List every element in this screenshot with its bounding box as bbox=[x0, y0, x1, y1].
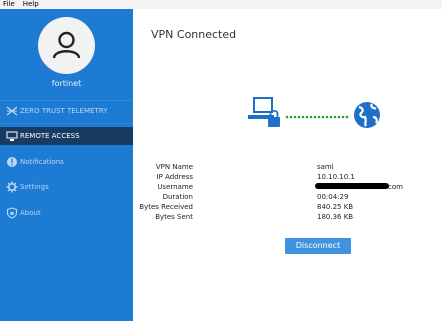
sidebar-item-zero-trust-telemetry[interactable]: ZERO TRUST TELEMETRY bbox=[0, 102, 133, 120]
info-key: IP Address bbox=[156, 173, 193, 181]
info-key: Bytes Sent bbox=[155, 213, 193, 221]
info-key: Username bbox=[157, 183, 193, 191]
sidebar-item-label: ZERO TRUST TELEMETRY bbox=[20, 107, 108, 115]
menu-help[interactable]: Help bbox=[23, 0, 39, 8]
info-key: Duration bbox=[162, 193, 193, 201]
redaction-bar bbox=[315, 183, 389, 189]
info-key: VPN Name bbox=[155, 163, 193, 171]
sidebar-item-label: Notifications bbox=[20, 158, 64, 166]
username-label: fortinet bbox=[51, 79, 82, 88]
sidebar-item-label: Settings bbox=[20, 183, 49, 191]
gear-icon bbox=[6, 181, 18, 193]
info-value: 840.25 KB bbox=[317, 203, 354, 211]
disconnect-button[interactable]: Disconnect bbox=[285, 238, 351, 254]
user-icon bbox=[52, 31, 81, 59]
info-key: Bytes Received bbox=[139, 203, 193, 211]
remote-access-icon bbox=[6, 131, 18, 141]
alert-icon bbox=[7, 157, 17, 167]
shield-icon bbox=[6, 207, 18, 219]
avatar bbox=[38, 17, 95, 74]
info-value: 00:04:29 bbox=[317, 193, 349, 201]
sidebar-item-label: About bbox=[20, 209, 41, 217]
main-panel: VPN Connected VPN Name saml IP Address 1… bbox=[133, 9, 442, 321]
connection-dots bbox=[285, 115, 349, 119]
connection-diagram bbox=[248, 97, 380, 128]
divider bbox=[0, 123, 133, 124]
sidebar-item-remote-access[interactable]: REMOTE ACCESS bbox=[0, 127, 133, 145]
info-value: saml bbox=[317, 163, 334, 171]
info-value: com bbox=[388, 183, 403, 191]
divider bbox=[0, 100, 133, 101]
info-value: 180.36 KB bbox=[317, 213, 354, 221]
info-value: 10.10.10.1 bbox=[317, 173, 355, 181]
telemetry-icon bbox=[6, 106, 18, 116]
globe-icon bbox=[354, 102, 380, 128]
sidebar-item-label: REMOTE ACCESS bbox=[20, 132, 80, 140]
computer-icon bbox=[248, 97, 280, 127]
page-title: VPN Connected bbox=[151, 28, 237, 41]
menu-bar: File Help bbox=[0, 0, 442, 9]
menu-file[interactable]: File bbox=[3, 0, 15, 8]
